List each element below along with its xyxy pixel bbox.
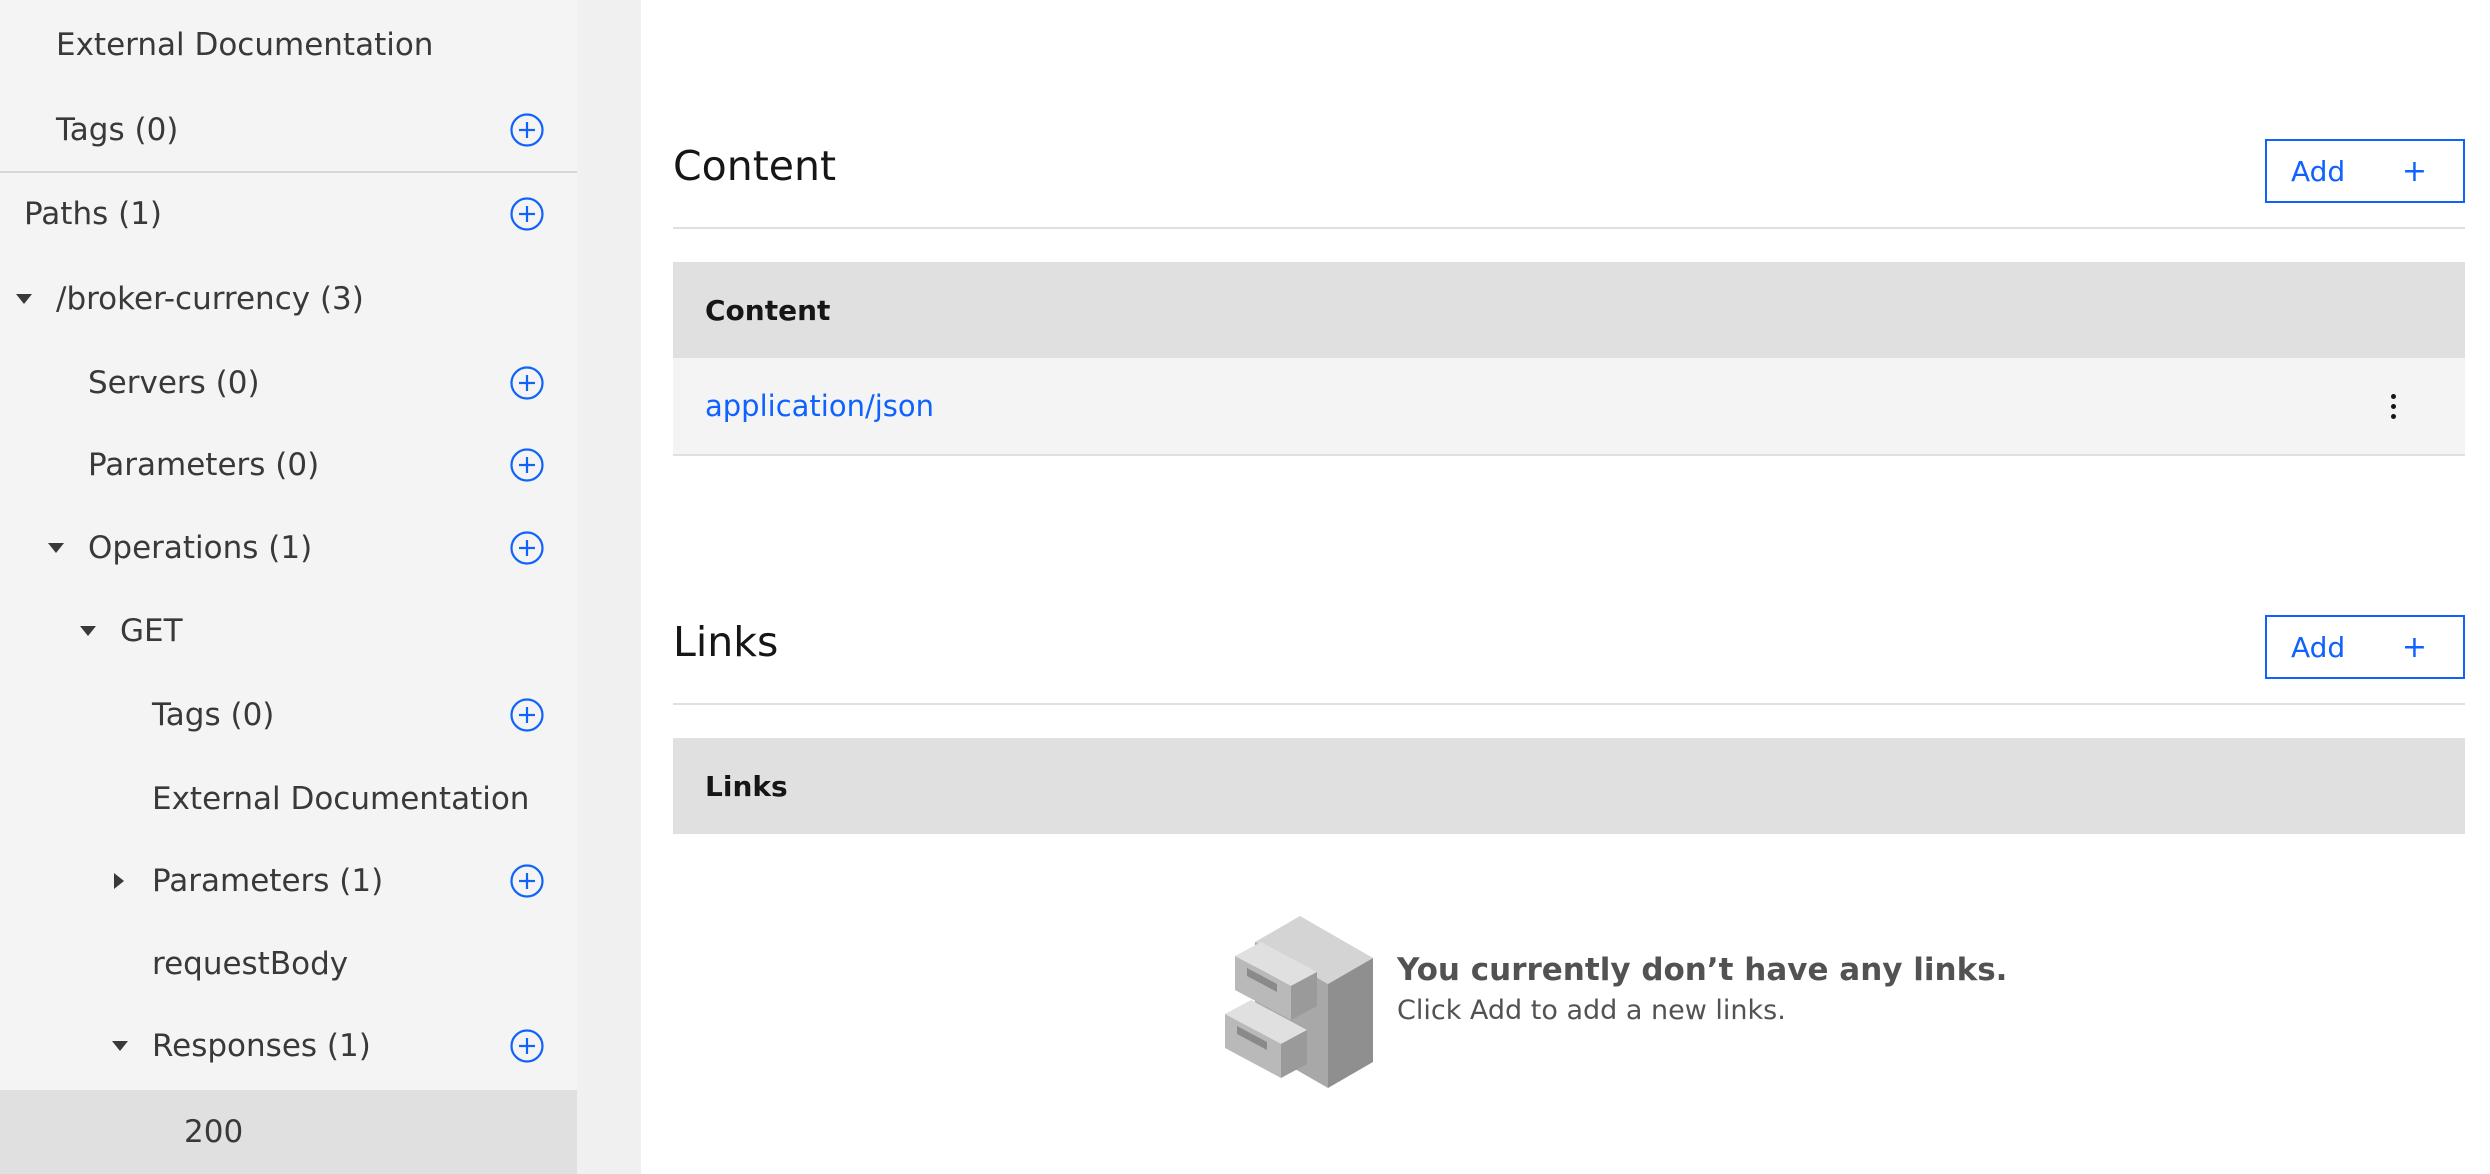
content-table-header: Content: [673, 262, 2465, 358]
sidebar-gutter: [577, 0, 641, 1174]
sidebar-item-label: 200: [184, 1114, 244, 1150]
add-circle-icon[interactable]: [510, 1029, 544, 1063]
chevron-down-icon[interactable]: [48, 543, 64, 553]
add-link-button-label: Add: [2291, 630, 2346, 664]
sidebar-item-parameters[interactable]: Parameters (0): [0, 425, 577, 505]
empty-state-subtitle: Click Add to add a new links.: [1397, 995, 1786, 1026]
add-circle-icon[interactable]: [510, 698, 544, 732]
sidebar-item-servers[interactable]: Servers (0): [0, 343, 577, 423]
sidebar-item-external-documentation[interactable]: External Documentation: [0, 5, 577, 85]
sidebar-divider: [0, 171, 577, 173]
sidebar-item-request-body[interactable]: requestBody: [0, 924, 577, 1004]
plus-icon: +: [2401, 629, 2427, 665]
sidebar-item-label: GET: [120, 613, 183, 649]
sidebar-item-label: requestBody: [152, 946, 349, 982]
chevron-down-icon[interactable]: [112, 1041, 128, 1051]
add-circle-icon[interactable]: [510, 448, 544, 482]
add-circle-icon[interactable]: [510, 197, 544, 231]
links-section-title: Links: [673, 618, 779, 666]
sidebar-item-label: Parameters (0): [88, 447, 320, 483]
add-link-button[interactable]: Add +: [2265, 615, 2465, 679]
add-circle-icon[interactable]: [510, 864, 544, 898]
add-content-button[interactable]: Add +: [2265, 139, 2465, 203]
sidebar-item-operation-parameters[interactable]: Parameters (1): [0, 841, 577, 921]
sidebar-item-label: Servers (0): [88, 365, 260, 401]
main-panel: Content Add + Content application/json L…: [641, 0, 2490, 1174]
content-section-title: Content: [673, 142, 837, 190]
sidebar-item-label: External Documentation: [56, 27, 434, 63]
content-section-divider: [673, 227, 2465, 229]
chevron-right-icon[interactable]: [114, 873, 124, 889]
sidebar-item-operation-external-documentation[interactable]: External Documentation: [0, 759, 577, 839]
sidebar-item-label: Tags (0): [152, 697, 275, 733]
links-table-header: Links: [673, 738, 2465, 834]
content-type-link[interactable]: application/json: [705, 389, 934, 423]
sidebar-item-label: /broker-currency (3): [56, 281, 364, 317]
links-empty-state: You currently don’t have any links. Clic…: [1225, 912, 2025, 1102]
sidebar-item-operations[interactable]: Operations (1): [0, 508, 577, 588]
add-content-button-label: Add: [2291, 154, 2346, 188]
plus-icon: +: [2401, 153, 2427, 189]
sidebar-item-response-200[interactable]: 200: [0, 1090, 577, 1174]
chevron-down-icon[interactable]: [80, 626, 96, 636]
sidebar-nav: External Documentation Tags (0) Paths (1…: [0, 0, 577, 1174]
sidebar-item-paths[interactable]: Paths (1): [0, 174, 577, 254]
sidebar-item-broker-currency[interactable]: /broker-currency (3): [0, 259, 577, 339]
sidebar-item-label: Operations (1): [88, 530, 313, 566]
sidebar-item-label: Tags (0): [56, 112, 179, 148]
table-row: application/json: [673, 358, 2465, 456]
sidebar-item-label: Parameters (1): [152, 863, 384, 899]
empty-state-title: You currently don’t have any links.: [1397, 952, 2008, 988]
add-circle-icon[interactable]: [510, 531, 544, 565]
links-section-divider: [673, 703, 2465, 705]
add-circle-icon[interactable]: [510, 366, 544, 400]
sidebar-item-tags[interactable]: Tags (0): [0, 90, 577, 170]
overflow-menu-icon[interactable]: [2381, 388, 2405, 424]
add-circle-icon[interactable]: [510, 113, 544, 147]
sidebar-item-label: External Documentation: [152, 781, 530, 817]
sidebar-item-operation-tags[interactable]: Tags (0): [0, 675, 577, 755]
sidebar-item-get[interactable]: GET: [0, 591, 577, 671]
file-cabinet-icon: [1225, 916, 1373, 1088]
sidebar-item-label: Paths (1): [24, 196, 163, 232]
chevron-down-icon[interactable]: [16, 294, 32, 304]
sidebar-item-label: Responses (1): [152, 1028, 371, 1064]
sidebar-item-responses[interactable]: Responses (1): [0, 1006, 577, 1086]
